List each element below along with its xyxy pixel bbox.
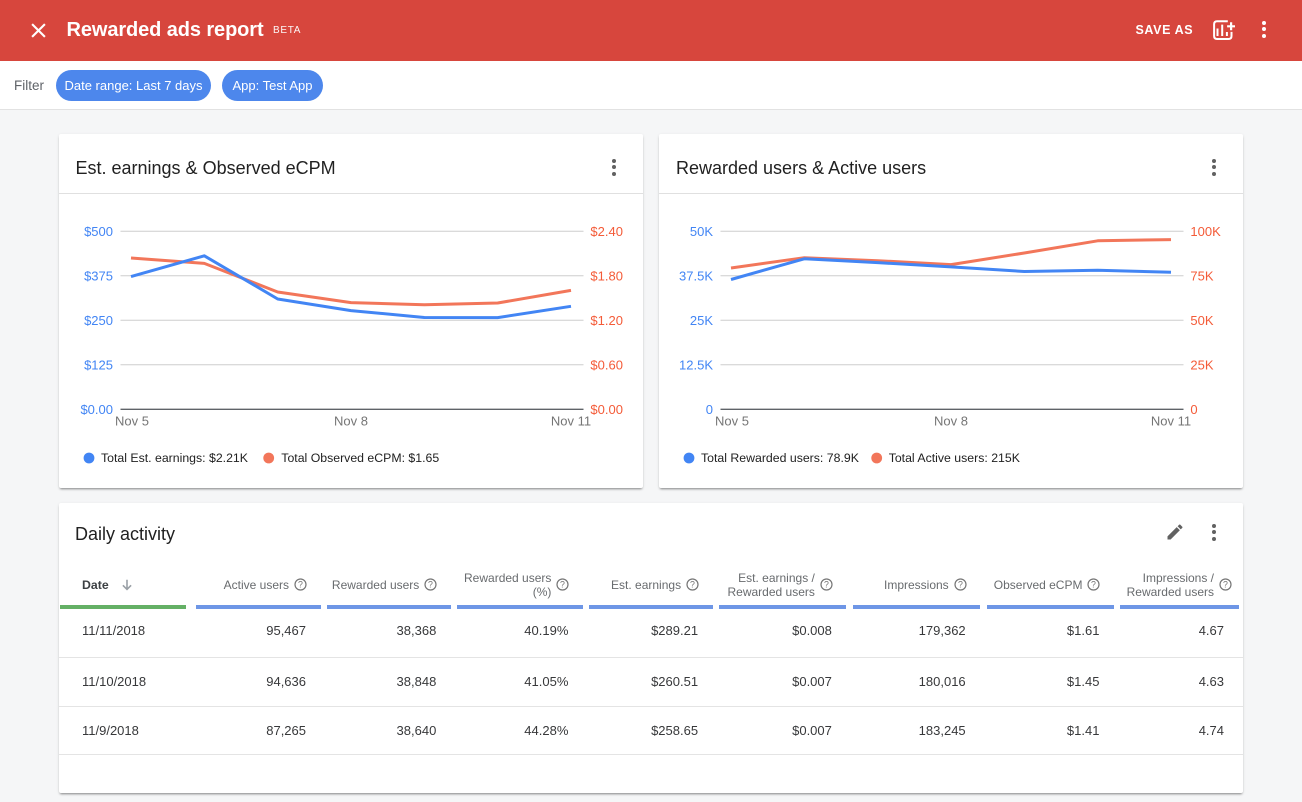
svg-text:$0.60: $0.60 [590,357,623,372]
svg-text:Nov 8: Nov 8 [334,414,368,429]
svg-text:?: ? [958,580,963,590]
svg-text:0: 0 [706,402,713,417]
svg-text:?: ? [1092,580,1097,590]
svg-text:$125: $125 [84,357,113,372]
svg-text:50K: 50K [690,224,713,239]
svg-text:25K: 25K [1190,357,1213,372]
svg-text:Nov 5: Nov 5 [115,414,149,429]
svg-text:$0.00: $0.00 [80,402,113,417]
svg-text:Nov 11: Nov 11 [1151,414,1191,429]
svg-text:Total Est. earnings: $2.21K: Total Est. earnings: $2.21K [101,451,249,465]
svg-text:?: ? [428,580,433,590]
svg-text:0: 0 [1190,402,1197,417]
svg-text:?: ? [1223,580,1228,590]
svg-text:$0.00: $0.00 [590,402,623,417]
svg-text:$500: $500 [84,224,113,239]
svg-text:$1.80: $1.80 [590,268,623,283]
svg-text:$250: $250 [84,313,113,328]
svg-text:37.5K: 37.5K [679,268,713,283]
svg-text:$1.20: $1.20 [590,313,623,328]
svg-text:Nov 5: Nov 5 [715,414,749,429]
svg-text:Nov 8: Nov 8 [934,414,968,429]
svg-text:?: ? [298,580,303,590]
svg-text:?: ? [560,580,565,590]
svg-text:100K: 100K [1190,224,1221,239]
svg-text:50K: 50K [1190,313,1213,328]
svg-text:12.5K: 12.5K [679,357,713,372]
svg-text:Nov 11: Nov 11 [551,414,591,429]
svg-text:$375: $375 [84,268,113,283]
svg-text:$2.40: $2.40 [590,224,623,239]
svg-text:?: ? [824,580,829,590]
svg-text:25K: 25K [690,313,713,328]
svg-text:Total Rewarded users: 78.9K: Total Rewarded users: 78.9K [701,451,860,465]
svg-text:?: ? [690,580,695,590]
svg-text:Total Observed eCPM: $1.65: Total Observed eCPM: $1.65 [281,451,439,465]
svg-text:Total Active users: 215K: Total Active users: 215K [889,451,1021,465]
svg-text:75K: 75K [1190,268,1213,283]
